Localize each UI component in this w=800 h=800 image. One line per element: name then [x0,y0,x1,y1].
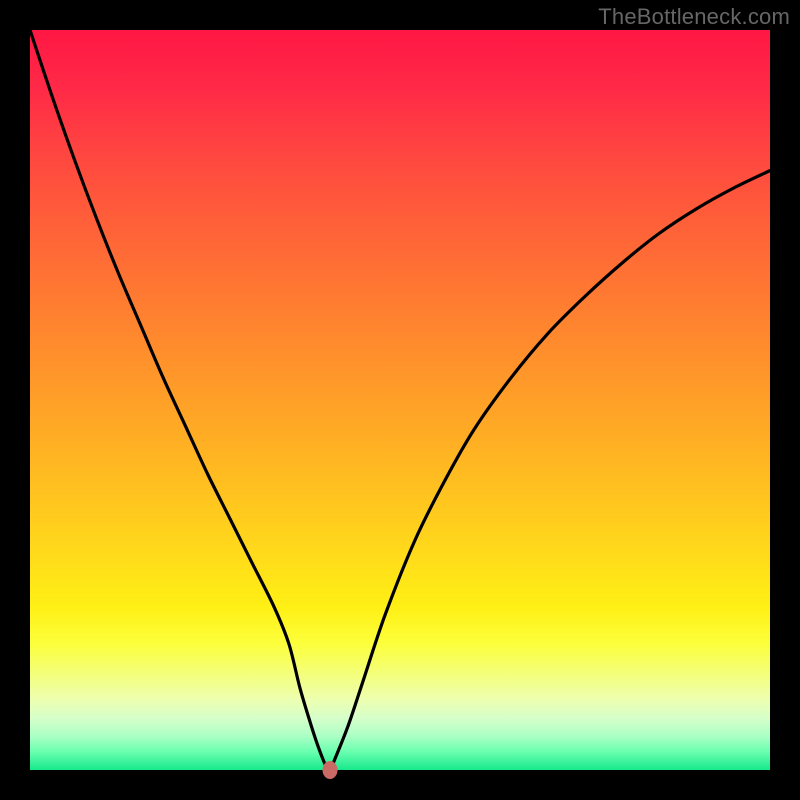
watermark-text: TheBottleneck.com [598,4,790,30]
bottleneck-curve [30,30,770,770]
plot-area [30,30,770,770]
minimum-marker [322,761,337,779]
chart-frame: TheBottleneck.com [0,0,800,800]
